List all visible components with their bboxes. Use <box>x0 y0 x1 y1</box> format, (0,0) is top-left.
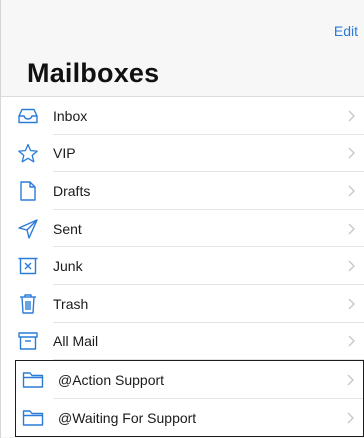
mailbox-row-action-support[interactable]: @Action Support <box>16 361 363 399</box>
mailbox-label: @Waiting For Support <box>58 409 197 426</box>
chevron-right-icon <box>348 110 355 122</box>
chevron-right-icon <box>347 374 354 386</box>
mailbox-list: Inbox VIP Drafts Sent Junk Trash All Mai… <box>1 96 364 438</box>
mailbox-label: @Action Support <box>58 371 165 388</box>
junk-bin-icon <box>13 256 43 276</box>
chevron-right-icon <box>348 223 355 235</box>
mailbox-label: Drafts <box>53 182 91 199</box>
folder-icon <box>18 409 48 427</box>
chevron-right-icon <box>348 298 355 310</box>
chevron-right-icon <box>348 147 355 159</box>
mailbox-row-waiting-for-support[interactable]: @Waiting For Support <box>16 399 363 437</box>
folder-icon <box>18 371 48 389</box>
paper-plane-icon <box>13 218 43 240</box>
mailbox-row-all-mail[interactable]: All Mail <box>1 323 364 361</box>
star-icon <box>13 143 43 164</box>
chevron-right-icon <box>348 185 355 197</box>
mailbox-label: VIP <box>53 145 76 162</box>
inbox-tray-icon <box>13 107 43 125</box>
custom-mailboxes-group: @Action Support @Waiting For Support <box>15 360 364 438</box>
mailbox-label: All Mail <box>53 333 99 350</box>
mailbox-row-inbox[interactable]: Inbox <box>1 97 364 135</box>
mailboxes-screen: Edit Mailboxes Inbox VIP Drafts Sent Jun… <box>0 0 364 438</box>
archive-box-icon <box>13 331 43 351</box>
chevron-right-icon <box>348 260 355 272</box>
chevron-right-icon <box>348 335 355 347</box>
page-title: Mailboxes <box>27 58 160 88</box>
navigation-bar: Edit <box>1 0 364 44</box>
mailbox-row-sent[interactable]: Sent <box>1 210 364 248</box>
mailbox-label: Sent <box>53 220 82 237</box>
trash-can-icon <box>13 293 43 315</box>
chevron-right-icon <box>347 412 354 424</box>
mailbox-row-vip[interactable]: VIP <box>1 135 364 173</box>
mailbox-row-junk[interactable]: Junk <box>1 247 364 285</box>
edit-button[interactable]: Edit <box>334 22 358 40</box>
mailbox-row-trash[interactable]: Trash <box>1 285 364 323</box>
mailbox-label: Junk <box>53 258 83 275</box>
mailbox-label: Inbox <box>53 107 88 124</box>
mailbox-label: Trash <box>53 295 89 312</box>
document-icon <box>13 180 43 202</box>
mailbox-row-drafts[interactable]: Drafts <box>1 172 364 210</box>
